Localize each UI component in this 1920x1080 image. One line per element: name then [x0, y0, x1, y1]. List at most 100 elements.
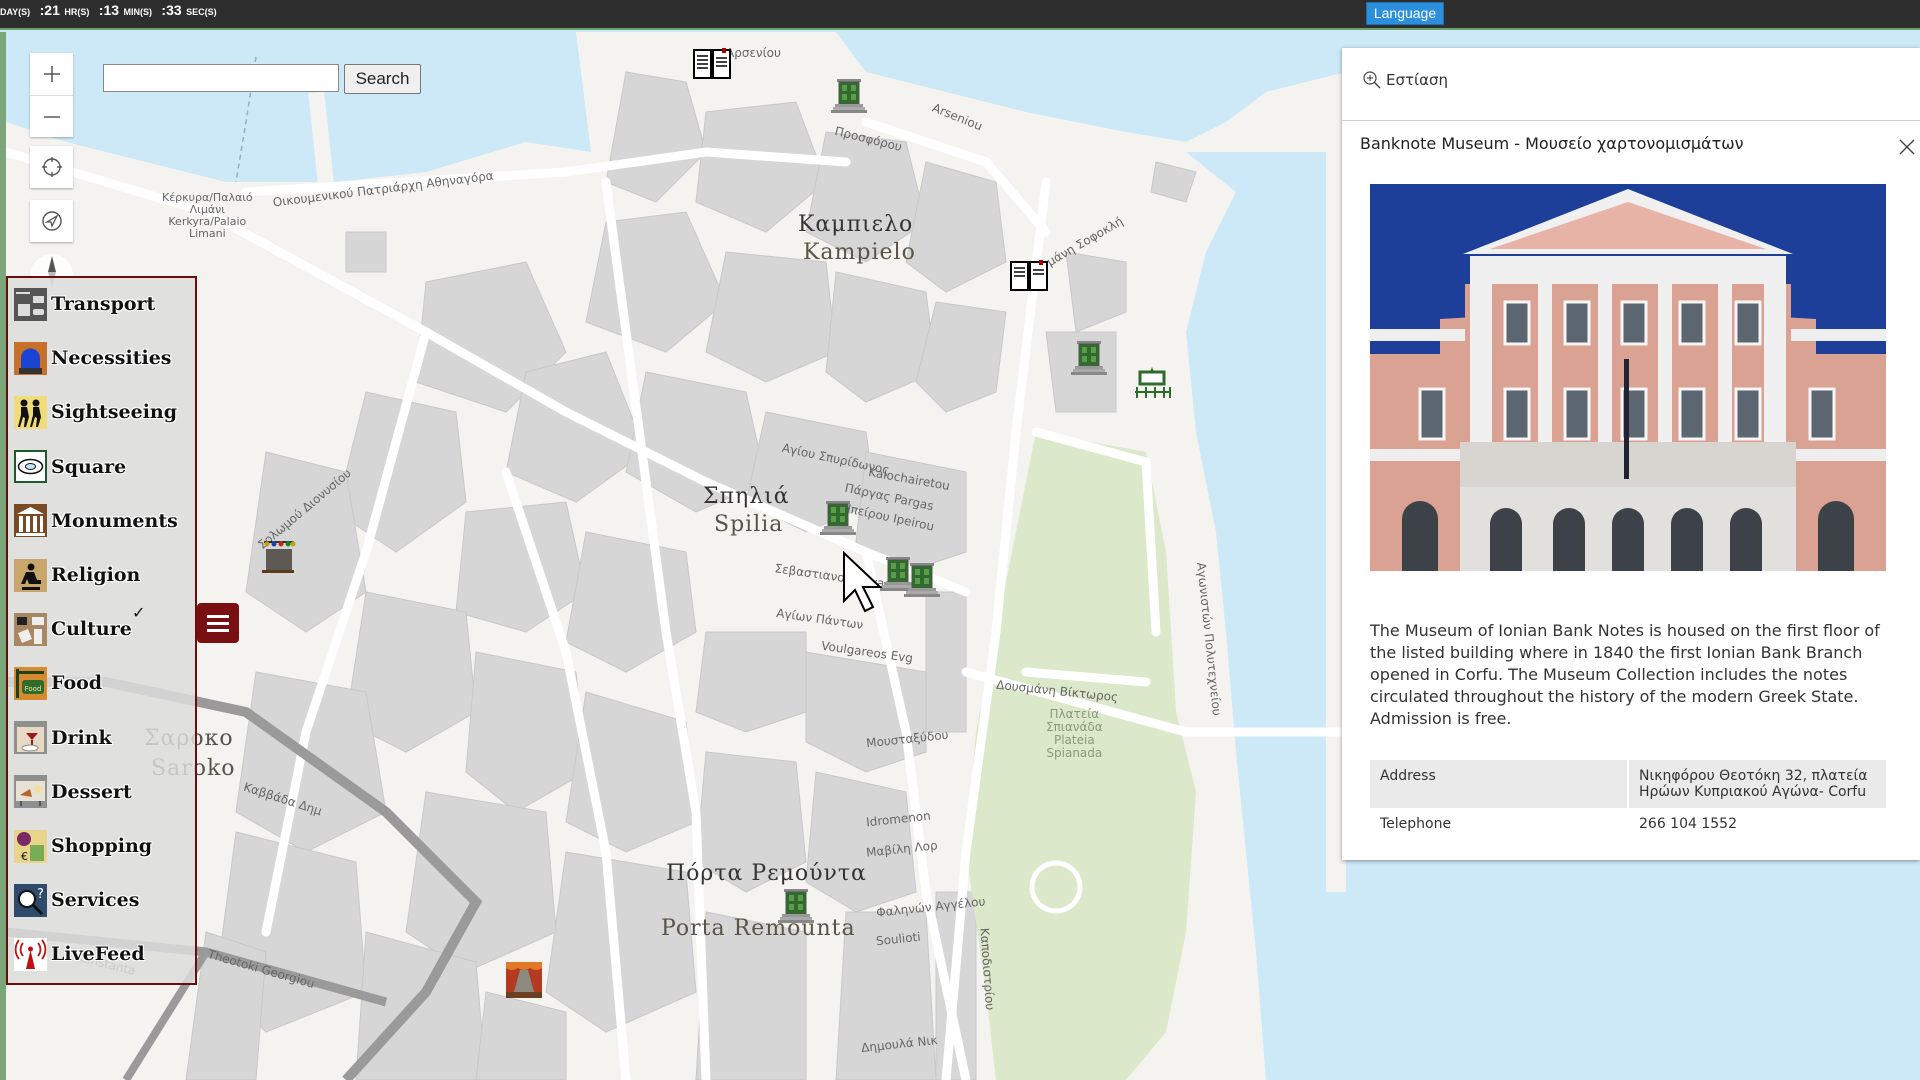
layer-item-label: Necessities — [51, 347, 172, 370]
bay-water-north — [836, 32, 1346, 142]
menu-toggle-button[interactable] — [197, 603, 239, 643]
shopping-icon: € — [14, 829, 47, 863]
livefeed-icon — [14, 937, 47, 971]
district-label-latin: Spilia — [714, 512, 784, 537]
library-book-marker[interactable] — [1009, 256, 1049, 296]
culture-icon — [14, 612, 47, 646]
locate-button[interactable] — [30, 146, 73, 188]
layer-item-necessities[interactable]: Necessities — [14, 338, 172, 378]
checkmark-icon: ✓ — [132, 603, 146, 623]
necessities-icon — [14, 341, 47, 375]
language-button[interactable]: Language — [1366, 2, 1444, 25]
layer-item-livefeed[interactable]: LiveFeed — [14, 934, 145, 974]
square-icon — [14, 450, 47, 484]
layer-item-religion[interactable]: Religion — [14, 555, 140, 595]
svg-text:Food: Food — [25, 685, 42, 693]
popup-description: The Museum of Ionian Bank Notes is house… — [1370, 621, 1880, 728]
search-button[interactable]: Search — [344, 64, 421, 94]
layer-item-sightseeing[interactable]: Sightseeing — [14, 392, 177, 432]
plus-icon — [43, 66, 60, 82]
district-label-latin: Kampielo — [803, 240, 916, 265]
layer-item-label: Monuments — [51, 509, 178, 532]
layer-item-dessert[interactable]: Dessert — [14, 772, 132, 812]
dessert-icon — [14, 775, 47, 809]
park-label: Πλατεία Σπιανάδα Plateia Spianada — [1046, 707, 1103, 760]
attribute-key: Telephone — [1370, 808, 1629, 840]
library-book-marker[interactable] — [692, 44, 732, 84]
zoom-out-button[interactable] — [30, 95, 73, 137]
countdown-hours: :21 — [39, 2, 60, 18]
locate-icon — [41, 157, 62, 177]
harbour-water — [6, 32, 591, 182]
countdown-timer: DAY(S) :21 HR(S) :13 MIN(S) :33 SEC(S) — [0, 2, 217, 20]
top-bar: DAY(S) :21 HR(S) :13 MIN(S) :33 SEC(S) L… — [0, 0, 1920, 30]
layer-item-square[interactable]: Square — [14, 447, 126, 487]
museum-marker[interactable] — [1069, 338, 1109, 378]
popup-title: Banknote Museum - Μουσείο χαρτονομισμάτω… — [1360, 134, 1744, 153]
hamburger-line — [207, 628, 229, 632]
museum-marker[interactable] — [829, 76, 869, 116]
sightseeing-icon — [14, 395, 47, 429]
museum-photo — [1370, 184, 1886, 571]
svg-text:?: ? — [37, 887, 44, 902]
attribute-value: 266 104 1552 — [1628, 808, 1886, 840]
search-input[interactable] — [103, 64, 339, 92]
layer-item-label: Services — [51, 889, 140, 912]
district-label-greek: Σπηλιά — [703, 484, 790, 509]
countdown-hours-unit: HR(S) — [64, 7, 90, 17]
district-label-greek: Πόρτα Ρεμούντα — [666, 861, 867, 886]
hamburger-line — [207, 614, 229, 618]
layer-item-food[interactable]: Food Food — [14, 663, 102, 703]
layer-item-drink[interactable]: Drink — [14, 718, 112, 758]
popup-content: The Museum of Ionian Bank Notes is house… — [1342, 173, 1908, 857]
layer-item-shopping[interactable]: € Shopping — [14, 826, 152, 866]
attribute-row: Address Νικηφόρου Θεοτόκη 32, πλατεία Ηρ… — [1370, 760, 1886, 808]
layer-item-label: LiveFeed — [51, 943, 145, 966]
square-marker[interactable] — [258, 534, 298, 574]
district-label-greek: Καμπιελο — [798, 212, 914, 237]
minus-icon — [43, 115, 60, 118]
navigate-icon — [41, 211, 62, 231]
countdown-seconds-unit: SEC(S) — [186, 7, 217, 17]
drink-icon — [14, 721, 47, 755]
countdown-minutes-unit: MIN(S) — [123, 7, 152, 17]
services-icon: ? — [14, 883, 47, 917]
port-label: Κέρκυρα/Παλαιό Λιμάνι Kerkyra/Palaio Limani — [162, 191, 253, 240]
layer-item-label: Transport — [51, 293, 156, 315]
layer-item-services[interactable]: ? Services — [14, 880, 139, 920]
religion-icon — [14, 558, 47, 592]
popup-divider — [1342, 120, 1920, 121]
layer-menu: Transport Necessities Sightseeing Square Mon… — [6, 276, 197, 985]
layer-item-label: Religion — [51, 564, 141, 586]
close-button[interactable] — [1892, 132, 1920, 160]
attribute-row: Telephone 266 104 1552 — [1370, 808, 1886, 840]
layer-item-label: Shopping — [51, 835, 153, 857]
layer-item-label: Dessert — [51, 780, 132, 803]
hamburger-line — [207, 621, 229, 625]
countdown-days-unit: DAY(S) — [0, 7, 31, 17]
countdown-minutes: :13 — [98, 2, 120, 18]
zoom-to-label: Εστίαση — [1386, 71, 1448, 89]
layer-item-label: Drink — [51, 726, 112, 749]
attribute-key: Address — [1370, 760, 1629, 808]
zoom-to-button[interactable]: Εστίαση — [1362, 70, 1448, 90]
countdown-seconds: :33 — [161, 2, 182, 18]
museum-marker[interactable] — [902, 560, 942, 600]
zoom-in-button[interactable] — [30, 53, 73, 95]
theatre-marker[interactable] — [506, 962, 542, 998]
mouse-cursor-icon — [843, 551, 883, 613]
layer-item-transport[interactable]: Transport — [14, 284, 155, 324]
navigation-button[interactable] — [30, 200, 73, 242]
layer-item-label: Sightseeing — [51, 401, 178, 424]
layer-item-culture[interactable]: Culture — [14, 609, 132, 649]
svg-text:€: € — [21, 850, 28, 863]
street-label: Αρσενίου — [726, 46, 781, 60]
layer-item-label: Square — [51, 455, 127, 478]
attribute-table: Address Νικηφόρου Θεοτόκη 32, πλατεία Ηρ… — [1370, 760, 1886, 840]
monument-marker[interactable] — [1133, 362, 1173, 402]
layer-item-monuments[interactable]: Monuments — [14, 501, 178, 541]
museum-marker-selected[interactable] — [818, 498, 858, 538]
district-label-latin: Porta Remounta — [661, 916, 856, 941]
museum-marker[interactable] — [776, 886, 816, 926]
close-icon — [1899, 139, 1915, 155]
